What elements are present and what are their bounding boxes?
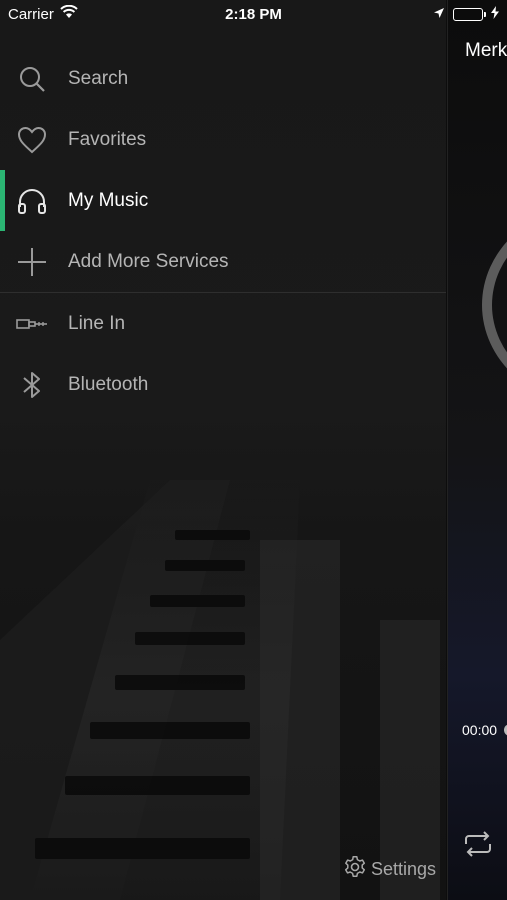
headphones-icon bbox=[16, 185, 48, 217]
settings-label: Settings bbox=[370, 859, 436, 879]
menu-item-my-music[interactable]: My Music bbox=[0, 170, 446, 231]
status-time: 2:18 PM bbox=[225, 5, 282, 23]
menu-item-label: My Music bbox=[68, 189, 149, 211]
menu-item-label: Line In bbox=[68, 312, 126, 334]
plus-icon bbox=[16, 246, 48, 278]
gear-icon bbox=[343, 855, 367, 884]
menu-item-label: Add More Services bbox=[68, 250, 229, 272]
side-drawer: Search Favorites My Music Add More Servi… bbox=[0, 0, 446, 900]
menu-item-label: Favorites bbox=[68, 128, 147, 150]
menu-item-line-in[interactable]: Line In bbox=[0, 293, 446, 354]
elapsed-time: 00:00 bbox=[462, 722, 498, 738]
search-icon bbox=[16, 63, 48, 95]
menu-item-bluetooth[interactable]: Bluetooth bbox=[0, 354, 446, 415]
bluetooth-icon bbox=[16, 369, 48, 401]
piano-background-image bbox=[0, 480, 440, 900]
repeat-icon[interactable] bbox=[462, 830, 494, 863]
menu-item-label: Bluetooth bbox=[68, 373, 149, 395]
album-art-disc bbox=[482, 205, 507, 405]
menu-item-search[interactable]: Search bbox=[0, 48, 446, 109]
battery-icon bbox=[453, 7, 486, 21]
settings-button[interactable]: Settings bbox=[343, 855, 436, 884]
drawer-menu: Search Favorites My Music Add More Servi… bbox=[0, 48, 446, 415]
status-bar: Carrier 2:18 PM bbox=[0, 0, 507, 28]
menu-item-label: Search bbox=[68, 67, 129, 89]
player-panel: Merk 00:00 bbox=[447, 0, 507, 900]
menu-item-favorites[interactable]: Favorites bbox=[0, 109, 446, 170]
heart-icon bbox=[16, 124, 48, 156]
track-title: Merk bbox=[465, 40, 507, 61]
menu-item-add-more-services[interactable]: Add More Services bbox=[0, 231, 446, 292]
line-in-icon bbox=[16, 308, 48, 340]
